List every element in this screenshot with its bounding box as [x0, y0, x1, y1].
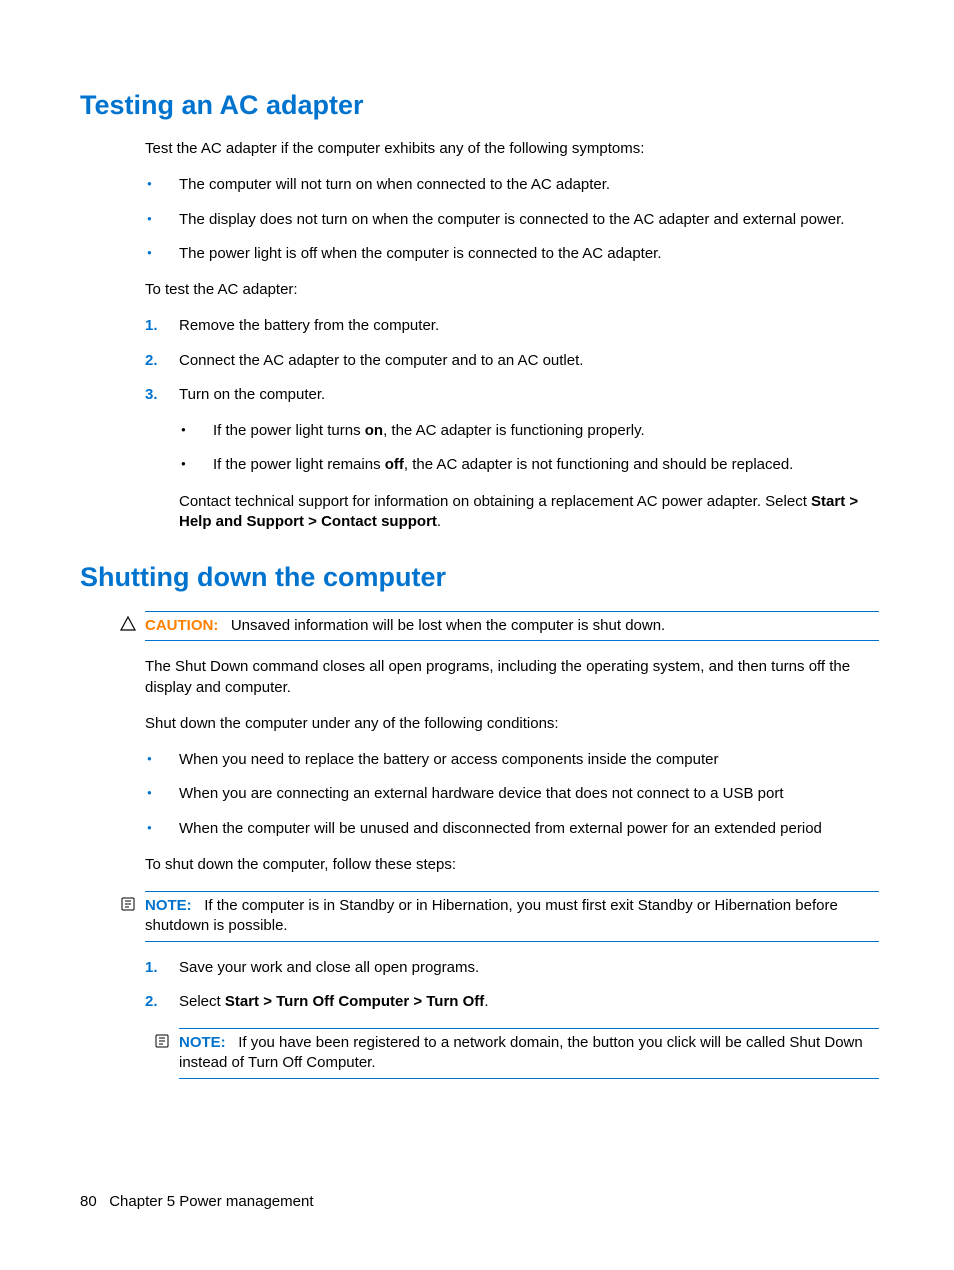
list-item: If the power light remains off, the AC a… [179, 455, 879, 475]
section2-body: The Shut Down command closes all open pr… [145, 657, 879, 875]
caution-label: CAUTION: [145, 617, 218, 634]
shutdown-steps-wrap: Save your work and close all open progra… [145, 958, 879, 1079]
list-item: Save your work and close all open progra… [145, 958, 879, 978]
chapter-label: Chapter 5 Power management [109, 1193, 313, 1210]
heading-testing-ac-adapter: Testing an AC adapter [80, 90, 879, 121]
to-test-text: To test the AC adapter: [145, 280, 879, 300]
list-item: Connect the AC adapter to the computer a… [145, 351, 879, 371]
note-icon [154, 1033, 170, 1049]
list-item: Select Start > Turn Off Computer > Turn … [145, 992, 879, 1012]
page-number: 80 [80, 1193, 97, 1210]
note-callout: NOTE: If the computer is in Standby or i… [145, 891, 879, 942]
paragraph: To shut down the computer, follow these … [145, 855, 879, 875]
nested-note-callout: NOTE: If you have been registered to a n… [179, 1028, 879, 1079]
list-item: Remove the battery from the computer. [145, 316, 879, 336]
page-content: Testing an AC adapter Test the AC adapte… [0, 0, 954, 1145]
caution-text: Unsaved information will be lost when th… [231, 617, 665, 634]
section1-body: Test the AC adapter if the computer exhi… [145, 139, 879, 532]
list-item: When the computer will be unused and dis… [145, 819, 879, 839]
list-item: If the power light turns on, the AC adap… [179, 421, 879, 441]
conditions-list: When you need to replace the battery or … [145, 750, 879, 839]
note-label: NOTE: [145, 897, 192, 914]
note-label: NOTE: [179, 1034, 226, 1051]
list-item: Turn on the computer. [145, 385, 879, 405]
shutdown-steps: Save your work and close all open progra… [145, 958, 879, 1013]
paragraph: Shut down the computer under any of the … [145, 714, 879, 734]
caution-callout: CAUTION: Unsaved information will be los… [145, 611, 879, 641]
note-text: If the computer is in Standby or in Hibe… [145, 897, 838, 934]
intro-text: Test the AC adapter if the computer exhi… [145, 139, 879, 159]
paragraph: The Shut Down command closes all open pr… [145, 657, 879, 698]
list-item: The power light is off when the computer… [145, 244, 879, 264]
list-item: The computer will not turn on when conne… [145, 175, 879, 195]
test-steps: Remove the battery from the computer. Co… [145, 316, 879, 405]
list-item: When you need to replace the battery or … [145, 750, 879, 770]
note-icon [120, 896, 136, 912]
caution-box: CAUTION: Unsaved information will be los… [145, 611, 879, 641]
heading-shutting-down: Shutting down the computer [80, 562, 879, 593]
list-item: When you are connecting an external hard… [145, 784, 879, 804]
note-box: NOTE: If you have been registered to a n… [179, 1028, 879, 1079]
note-text: If you have been registered to a network… [179, 1034, 863, 1071]
results-list: If the power light turns on, the AC adap… [179, 421, 879, 476]
symptom-list: The computer will not turn on when conne… [145, 175, 879, 264]
page-footer: 80 Chapter 5 Power management [80, 1193, 313, 1210]
contact-text: Contact technical support for informatio… [179, 492, 879, 533]
caution-icon [120, 616, 136, 632]
list-item: The display does not turn on when the co… [145, 210, 879, 230]
note-box: NOTE: If the computer is in Standby or i… [145, 891, 879, 942]
